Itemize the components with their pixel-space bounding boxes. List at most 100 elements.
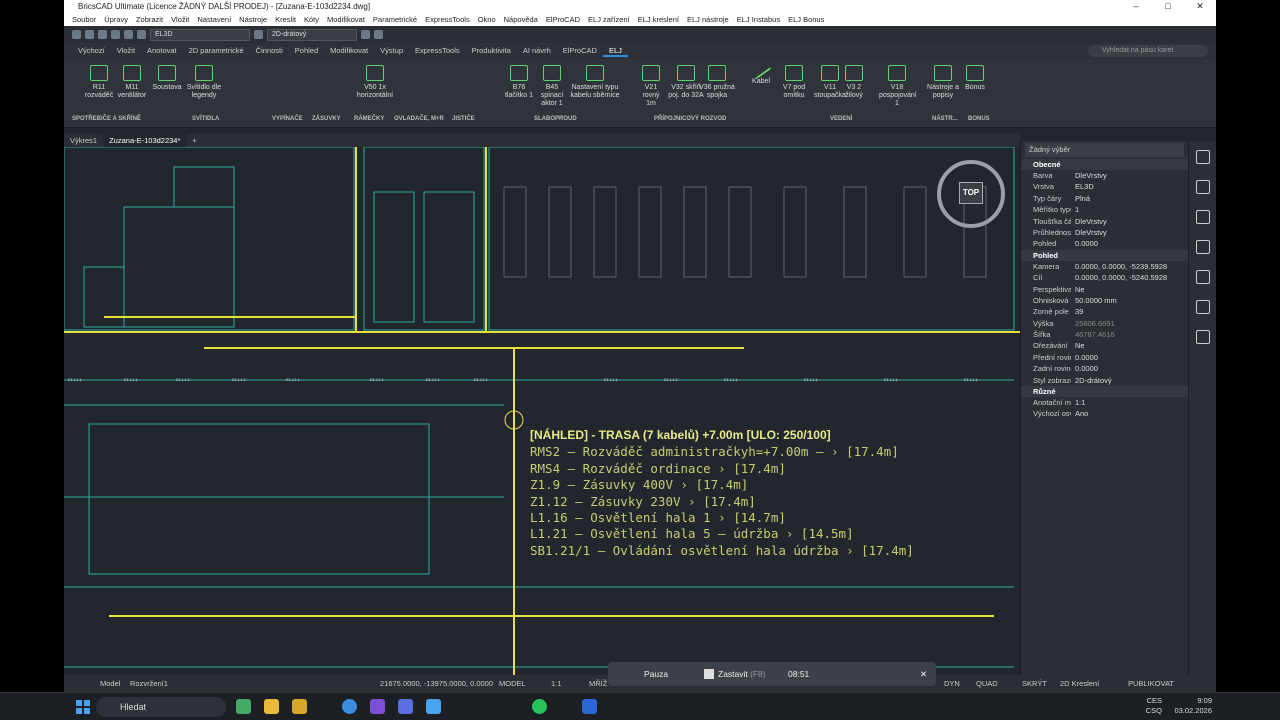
minimize-button[interactable]: – xyxy=(1120,0,1152,13)
maximize-button[interactable]: □ xyxy=(1152,0,1184,13)
menu-item-15[interactable]: ELJ kreslení xyxy=(634,13,683,26)
folder-icon[interactable] xyxy=(292,699,307,714)
ribbon-button-2[interactable]: Soustava xyxy=(152,65,182,92)
property-category[interactable]: Pohled xyxy=(1021,249,1188,261)
layer-bulb-icon[interactable] xyxy=(137,30,146,39)
ribbon-tab-12[interactable]: ELJ xyxy=(602,46,628,57)
visual-studio-icon[interactable] xyxy=(370,699,385,714)
layers-icon[interactable] xyxy=(1195,180,1210,194)
visual-style-dropdown[interactable]: 2D-drátový xyxy=(267,28,357,41)
property-row[interactable]: Výška 25806.6691 xyxy=(1021,318,1188,329)
components-icon[interactable] xyxy=(1195,300,1210,314)
property-value[interactable]: Plná xyxy=(1071,193,1188,204)
ribbon-tab-0[interactable]: Výchozí xyxy=(72,46,111,57)
ribbon-tab-4[interactable]: Činnosti xyxy=(250,46,289,57)
menu-item-10[interactable]: ExpressTools xyxy=(421,13,474,26)
property-row[interactable]: Barva DleVrstvy xyxy=(1021,170,1188,181)
grid-toggle[interactable]: MŘÍŽ xyxy=(589,675,607,692)
ribbon-button-14[interactable]: V3 2 žilový xyxy=(842,65,866,100)
taskbar-search[interactable]: Hledat xyxy=(96,697,226,717)
ribbon-button-1[interactable]: M11 ventilátor xyxy=(116,65,148,100)
windows-start-icon[interactable] xyxy=(76,700,90,714)
undo-icon[interactable] xyxy=(111,30,120,39)
menu-item-13[interactable]: ElProCAD xyxy=(542,13,584,26)
ribbon-tab-3[interactable]: 2D parametrické xyxy=(183,46,250,57)
close-button[interactable]: ✕ xyxy=(1184,0,1216,13)
property-row[interactable]: Zadní rovina 0.0000 xyxy=(1021,363,1188,374)
property-value[interactable]: Ne xyxy=(1071,284,1188,295)
file-explorer-icon[interactable] xyxy=(264,699,279,714)
layer-dropdown[interactable]: EL3D xyxy=(150,28,250,41)
property-value[interactable]: DleVrstvy xyxy=(1071,170,1188,181)
language-indicator[interactable]: CES xyxy=(1132,696,1162,706)
ribbon-button-5[interactable]: B76 tlačítko 1 xyxy=(504,65,534,100)
ribbon-button-10[interactable]: V36 pružná spojka xyxy=(699,65,735,100)
doc-tab-zuzana[interactable]: Zuzana-E-103d2234* xyxy=(103,134,187,147)
menu-item-11[interactable]: Okno xyxy=(474,13,500,26)
ortho-icon[interactable] xyxy=(374,30,383,39)
ribbon-button-11[interactable]: Kabel xyxy=(749,60,773,86)
store-icon[interactable] xyxy=(426,699,441,714)
settings-panel-icon[interactable] xyxy=(1195,150,1210,164)
ribbon-tab-6[interactable]: Modifikovat xyxy=(324,46,374,57)
property-category[interactable]: Obecné xyxy=(1021,159,1188,170)
ribbon-button-12[interactable]: V7 pod omítku xyxy=(782,65,806,100)
property-row[interactable]: Ohnisková vzdá50.0000 mm xyxy=(1021,295,1188,306)
stop-icon[interactable] xyxy=(704,669,714,679)
structure-icon[interactable] xyxy=(1195,240,1210,254)
open-icon[interactable] xyxy=(85,30,94,39)
property-category[interactable]: Různé xyxy=(1021,386,1188,398)
cloud-icon[interactable] xyxy=(1195,330,1210,344)
viewcube-top[interactable]: TOP xyxy=(959,182,983,204)
ribbon-button-15[interactable]: V18 pospojování 1 xyxy=(879,65,917,108)
layer-tools-icon[interactable] xyxy=(254,30,263,39)
workspace-dropdown[interactable]: 2D Kreslení xyxy=(1060,675,1099,692)
property-row[interactable]: Pohled 0.0000 xyxy=(1021,238,1188,249)
attachments-icon[interactable] xyxy=(1195,210,1210,224)
property-value[interactable]: 2D-drátový xyxy=(1071,375,1188,386)
property-value[interactable]: DleVrstvy xyxy=(1071,216,1188,227)
stop-button[interactable]: Zastavit xyxy=(718,662,748,686)
property-row[interactable]: Výchozí osvětlenAno xyxy=(1021,408,1188,419)
ribbon-button-3[interactable]: Svítidlo dle legendy xyxy=(184,65,224,100)
ribbon-search-input[interactable]: Vyhledat na pásu karet xyxy=(1088,45,1208,57)
property-value[interactable]: DleVrstvy xyxy=(1071,227,1188,238)
ribbon-tab-5[interactable]: Pohled xyxy=(289,46,324,57)
ribbon-button-7[interactable]: Nastavení typu kabelu sběrnice xyxy=(569,65,621,100)
keyboard-indicator[interactable]: CSQ xyxy=(1132,706,1162,716)
menu-item-12[interactable]: Nápověda xyxy=(500,13,542,26)
property-row[interactable]: Vrstva EL3D xyxy=(1021,181,1188,192)
hide-toggle[interactable]: SKRÝT xyxy=(1022,675,1047,692)
property-value[interactable]: 39 xyxy=(1071,306,1188,317)
property-value[interactable]: EL3D xyxy=(1071,181,1188,192)
ribbon-button-0[interactable]: R11 rozváděč xyxy=(84,65,114,100)
menu-item-16[interactable]: ELJ nástroje xyxy=(683,13,733,26)
ribbon-tab-7[interactable]: Výstup xyxy=(374,46,409,57)
property-value[interactable]: Ano xyxy=(1071,408,1188,419)
property-value[interactable]: 1:1 xyxy=(1071,397,1188,408)
menu-item-3[interactable]: Vložit xyxy=(167,13,193,26)
property-value[interactable]: 1 xyxy=(1071,204,1188,215)
dyn-toggle[interactable]: DYN xyxy=(944,675,960,692)
property-value[interactable]: 0.0000, 0.0000, -5240.5928 xyxy=(1071,272,1188,283)
property-value[interactable]: Ne xyxy=(1071,340,1188,351)
vs-code-icon[interactable] xyxy=(398,699,413,714)
menu-item-0[interactable]: Soubor xyxy=(68,13,100,26)
property-row[interactable]: Šířka 46787.4616 xyxy=(1021,329,1188,340)
layout-tab-model[interactable]: Model xyxy=(100,675,120,692)
property-row[interactable]: Kamera 0.0000, 0.0000, -5239.5928 xyxy=(1021,261,1188,272)
property-value[interactable]: 0.0000 xyxy=(1071,352,1188,363)
menu-item-9[interactable]: Parametrické xyxy=(369,13,421,26)
property-row[interactable]: Zorné pole 39 xyxy=(1021,306,1188,317)
ribbon-button-4[interactable]: V50 1x horizontální xyxy=(354,65,396,100)
close-recorder-icon[interactable]: ✕ xyxy=(920,662,927,686)
function-icon[interactable] xyxy=(1195,270,1210,284)
property-row[interactable]: Typ čáry Plná xyxy=(1021,193,1188,204)
property-row[interactable]: Přední rovina0.0000 xyxy=(1021,352,1188,363)
property-row[interactable]: Průhlednost DleVrstvy xyxy=(1021,227,1188,238)
property-value[interactable]: 0.0000, 0.0000, -5239.5928 xyxy=(1071,261,1188,272)
new-file-icon[interactable] xyxy=(72,30,81,39)
quad-toggle[interactable]: QUAD xyxy=(976,675,998,692)
property-value[interactable]: 50.0000 mm xyxy=(1071,295,1188,306)
property-value[interactable]: 46787.4616 xyxy=(1071,329,1188,340)
